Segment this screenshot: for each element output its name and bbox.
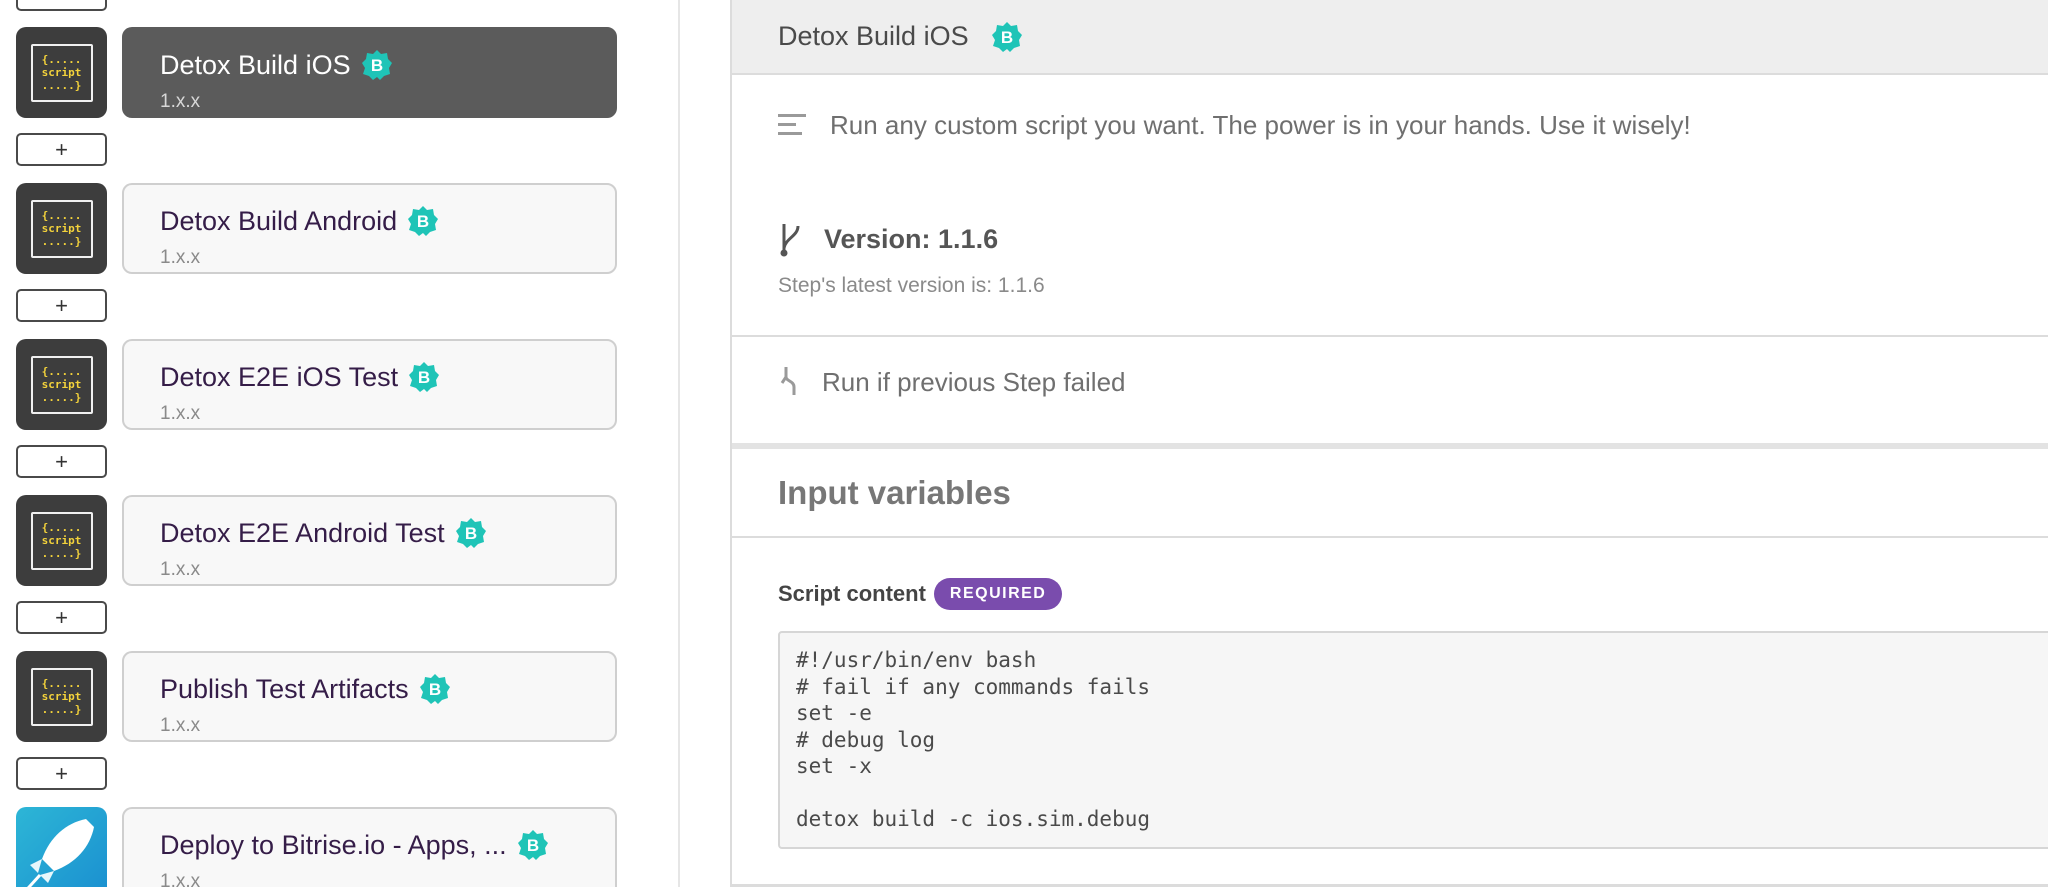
svg-text:B: B <box>370 56 382 75</box>
step-card-detox-e2e-ios-test[interactable]: Detox E2E iOS Test B 1.x.x <box>122 339 617 430</box>
latest-version-text: Step's latest version is: 1.1.6 <box>778 274 1045 297</box>
step-version: 1.x.x <box>160 91 201 112</box>
step-version: 1.x.x <box>160 715 201 736</box>
step-description-text: Run any custom script you want. The powe… <box>830 109 1691 140</box>
step-title: Detox Build Android <box>160 205 398 236</box>
version-label: Version: 1.1.6 <box>824 223 999 254</box>
verified-badge-icon: B <box>361 50 392 80</box>
run-if-row[interactable]: Run if previous Step failed <box>778 365 1126 399</box>
run-if-text: Run if previous Step failed <box>822 366 1126 397</box>
verified-badge-icon: B <box>409 362 440 392</box>
script-icon: {..... script.....} <box>30 355 93 414</box>
verified-badge-icon: B <box>455 518 486 548</box>
input-variables-heading: Input variables <box>778 474 1011 511</box>
step-card-deploy-to-bitrise[interactable]: Deploy to Bitrise.io - Apps, ... B 1.x.x <box>122 807 617 887</box>
step-detail-panel: Detox Build iOS B Run any custom script … <box>730 0 2048 887</box>
script-content-label: Script content <box>778 581 926 606</box>
step-icon-script[interactable]: {..... script.....} <box>16 651 107 742</box>
run-if-icon <box>780 367 796 395</box>
step-version: 1.x.x <box>160 559 201 580</box>
script-icon: {..... script.....} <box>30 667 93 726</box>
step-card-publish-test-artifacts[interactable]: Publish Test Artifacts B 1.x.x <box>122 651 617 742</box>
add-step-button[interactable]: + <box>16 757 107 790</box>
script-icon: {..... script.....} <box>30 199 93 258</box>
step-version: 1.x.x <box>160 247 201 268</box>
add-step-button[interactable]: + <box>16 289 107 322</box>
step-icon-deploy[interactable] <box>16 807 107 887</box>
script-content-editor[interactable]: #!/usr/bin/env bash # fail if any comman… <box>778 631 2048 849</box>
verified-badge-icon: B <box>517 830 548 860</box>
required-badge: REQUIRED <box>933 578 1063 610</box>
step-description: Run any custom script you want. The powe… <box>732 75 2048 175</box>
verified-badge-icon: B <box>991 21 1022 52</box>
divider <box>732 443 2048 449</box>
step-icon-script[interactable]: {..... script.....} <box>16 495 107 586</box>
svg-text:B: B <box>1000 28 1012 47</box>
svg-text:B: B <box>417 212 429 231</box>
script-icon: {..... script.....} <box>30 43 93 102</box>
step-detail-header: Detox Build iOS B <box>732 0 2048 75</box>
svg-text:B: B <box>527 836 539 855</box>
add-step-button[interactable]: + <box>16 601 107 634</box>
step-version: 1.x.x <box>160 403 201 424</box>
script-content-label-row: Script content REQUIRED <box>778 578 1063 610</box>
divider <box>732 335 2048 337</box>
step-card-detox-e2e-android-test[interactable]: Detox E2E Android Test B 1.x.x <box>122 495 617 586</box>
step-card-detox-build-ios[interactable]: Detox Build iOS B 1.x.x <box>122 27 617 118</box>
description-lines-icon <box>778 114 806 135</box>
version-branch-icon <box>780 224 800 257</box>
workflow-steps-panel: + {.....script.....} Detox Build iOS B 1… <box>0 0 680 887</box>
step-title: Detox E2E Android Test <box>160 517 445 548</box>
step-card-detox-build-android[interactable]: Detox Build Android B 1.x.x <box>122 183 617 274</box>
step-icon-script[interactable]: {..... script.....} <box>16 183 107 274</box>
step-icon-script[interactable]: {..... script.....} <box>16 339 107 430</box>
add-step-button[interactable]: + <box>16 445 107 478</box>
step-version: 1.x.x <box>160 871 201 887</box>
svg-text:B: B <box>465 524 477 543</box>
add-step-button[interactable]: + <box>16 0 107 11</box>
verified-badge-icon: B <box>408 206 439 236</box>
step-detail-title[interactable]: Detox Build iOS <box>778 21 969 52</box>
step-title: Detox Build iOS <box>160 49 351 80</box>
step-title: Deploy to Bitrise.io - Apps, ... <box>160 829 507 860</box>
deploy-rocket-icon <box>27 819 94 887</box>
version-row[interactable]: Version: 1.1.6 <box>778 220 998 258</box>
svg-text:B: B <box>418 368 430 387</box>
panel-gutter <box>682 0 730 887</box>
step-title: Publish Test Artifacts <box>160 673 409 704</box>
step-title: Detox E2E iOS Test <box>160 361 399 392</box>
svg-text:B: B <box>428 680 440 699</box>
divider <box>732 536 2048 538</box>
script-icon: {..... script.....} <box>30 511 93 570</box>
add-step-button[interactable]: + <box>16 133 107 166</box>
verified-badge-icon: B <box>419 674 450 704</box>
step-icon-script[interactable]: {..... script.....} <box>16 27 107 118</box>
